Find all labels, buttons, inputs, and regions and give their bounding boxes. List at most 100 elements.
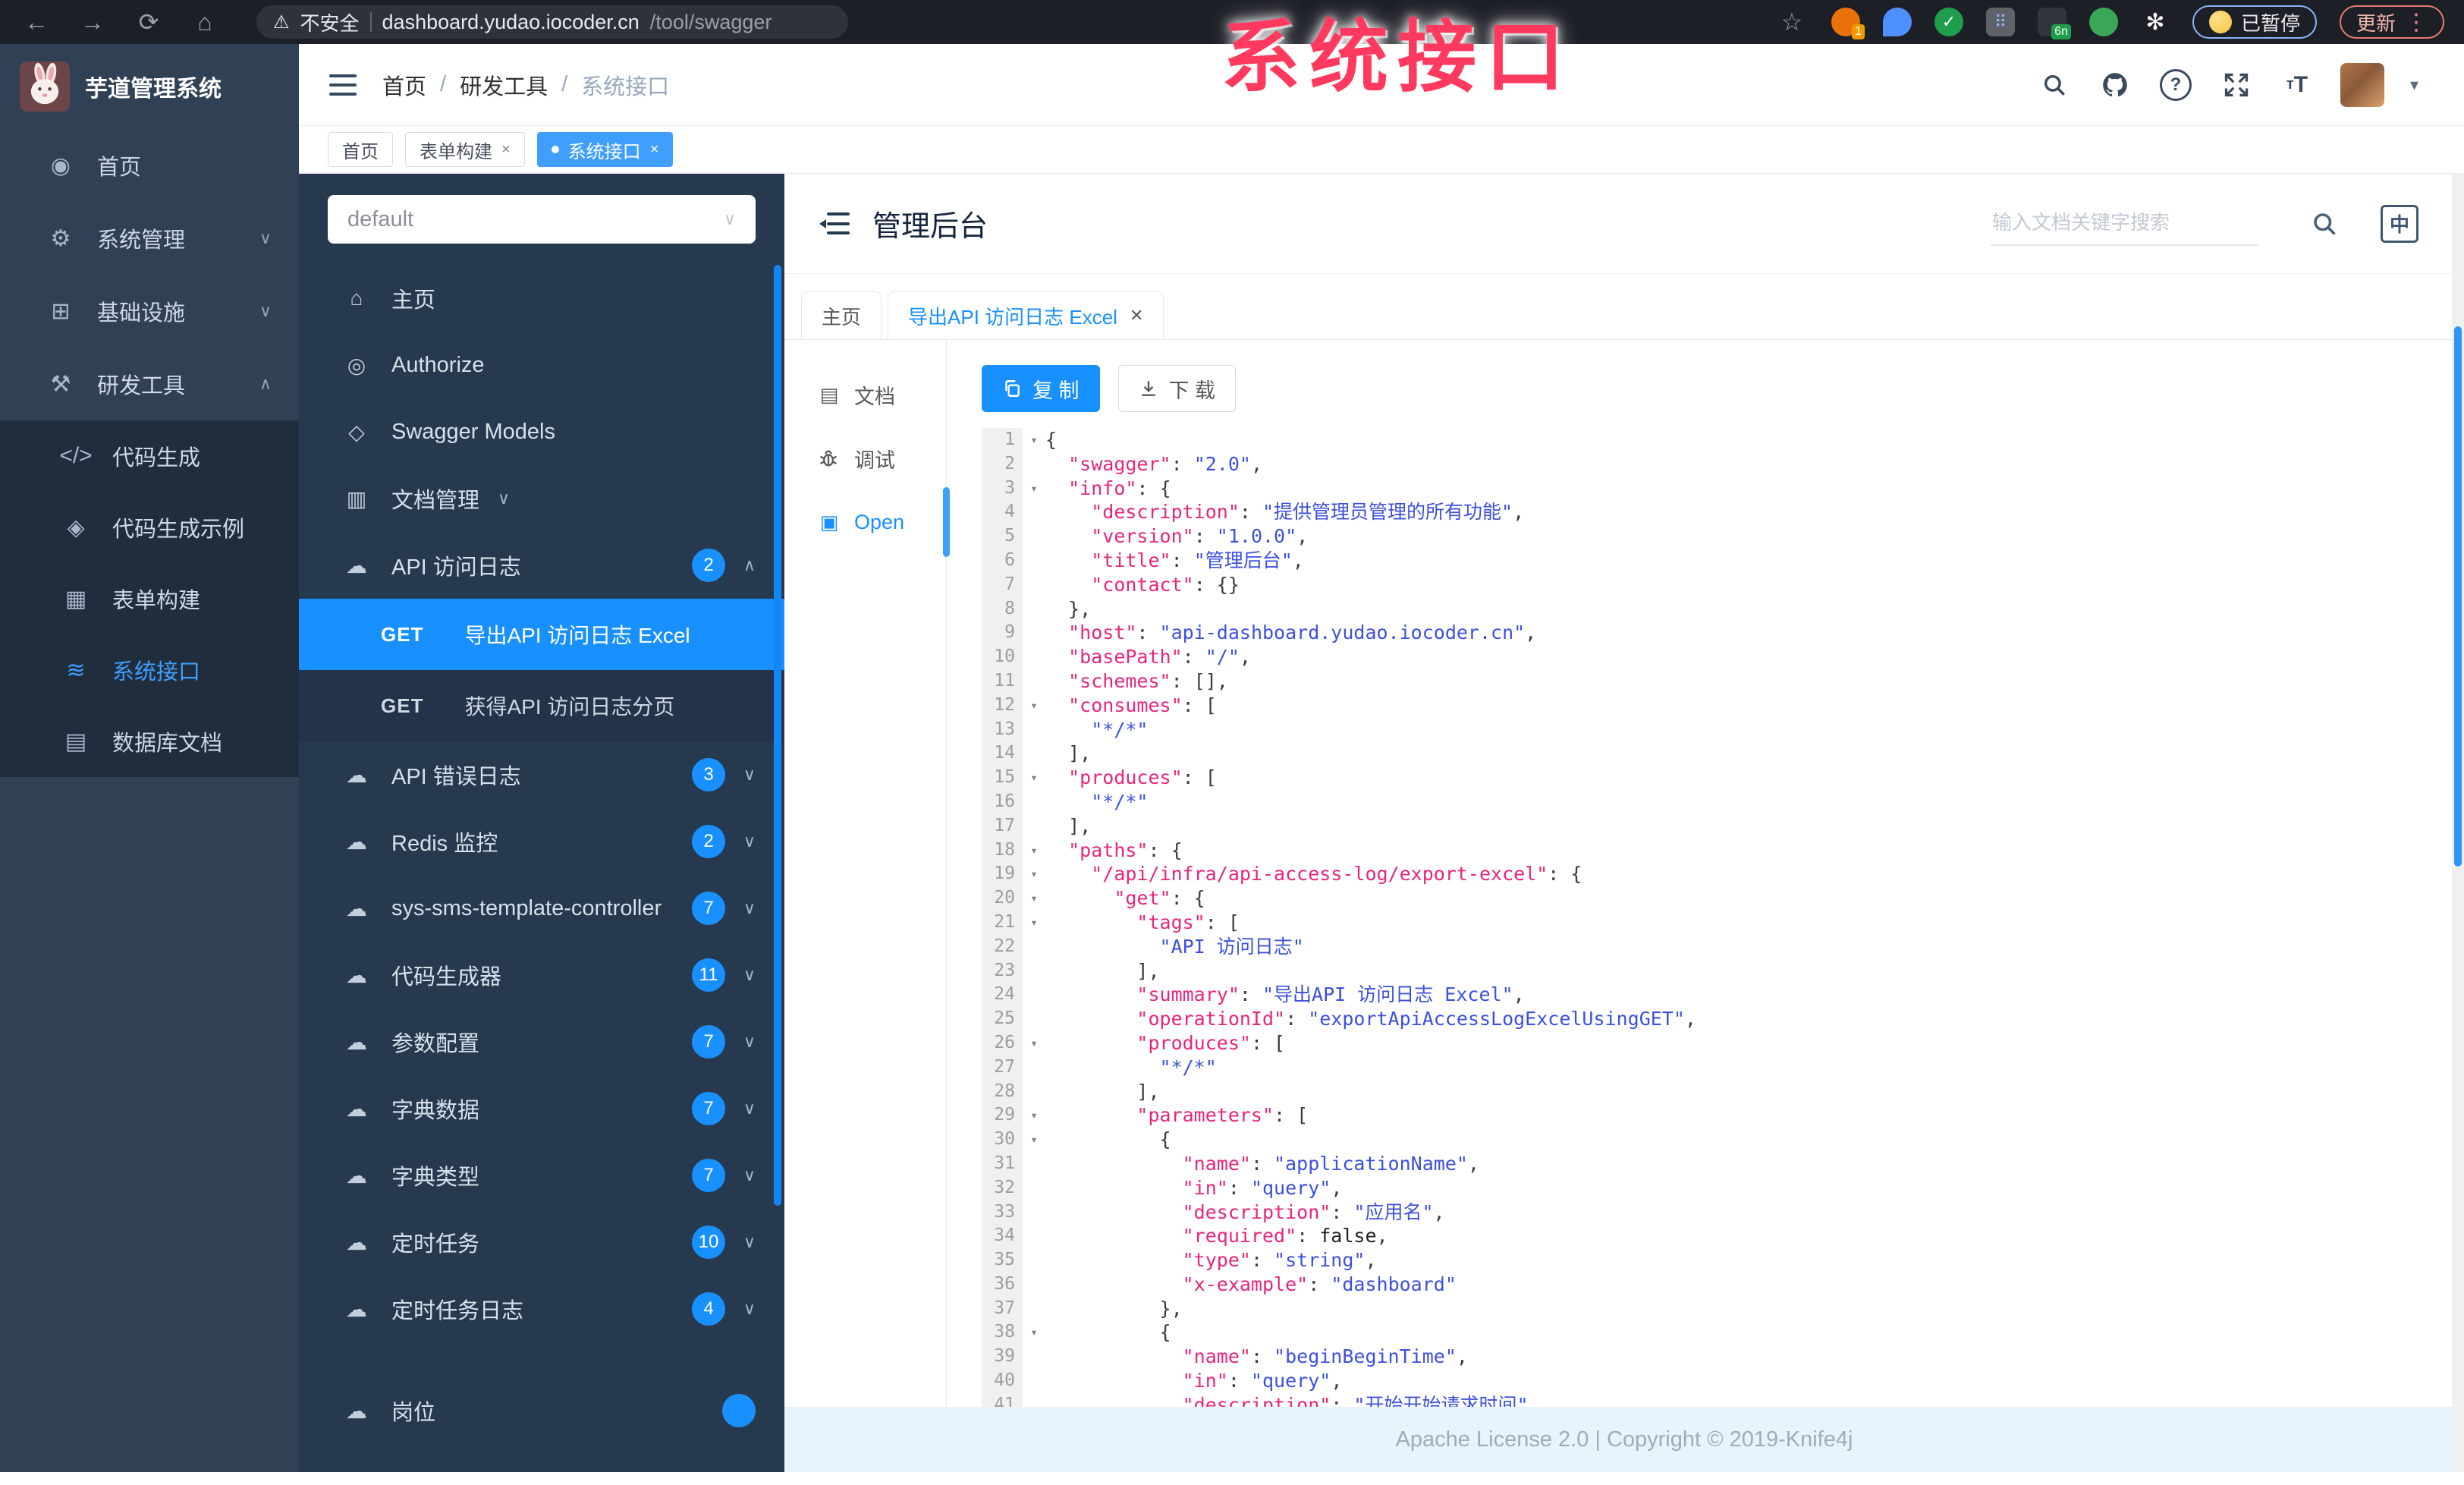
doc-panel: 管理后台 中 主页 导出API 访问日志 Excel ✕ ▤ 文档调试 ▣ Open [784,174,2464,1472]
help-icon[interactable]: ? [2158,68,2193,102]
code-text: "description": "提供管理员管理的所有功能", [1091,501,1525,524]
fold-arrow-icon[interactable]: ▾ [1023,477,1045,501]
api-nav-item[interactable]: ◎ Authorize [299,332,784,398]
fold-arrow-icon[interactable]: ▾ [1023,1128,1045,1152]
fold-arrow-icon[interactable]: ▾ [1023,1103,1045,1128]
tag-chip[interactable]: 表单构建 × [405,132,525,167]
address-bar[interactable]: ⚠ 不安全 dashboard.yudao.iocoder.cn/tool/sw… [256,5,848,39]
api-nav-item[interactable]: ☁ 字典数据 7 ∨ [299,1075,784,1142]
sidebar-scrollbar[interactable] [774,265,781,1206]
fold-arrow-icon[interactable]: ▾ [1023,862,1045,886]
breadcrumb-item[interactable]: 首页 [382,69,426,101]
extension-icon[interactable]: ✓ [1934,8,1963,36]
language-toggle[interactable]: 中 [2381,204,2418,243]
line-number: 35 [982,1248,1023,1273]
api-nav-label: sys-sms-template-controller [391,895,662,920]
extension-icon[interactable]: ✻ [2141,8,2170,36]
sidebar-item[interactable]: ⊞ 基础设施 ∨ [0,275,299,348]
api-nav-item[interactable]: ☁ 参数配置 7 ∨ [299,1008,784,1075]
breadcrumb-item[interactable]: 研发工具 [460,69,548,101]
close-icon[interactable]: × [650,141,659,159]
extension-icon[interactable] [1882,8,1912,36]
side-tab-调试[interactable]: 调试 [784,429,946,487]
api-nav-item[interactable]: ☁ 字典类型 7 ∨ [299,1142,784,1209]
sidebar-item[interactable]: ⚙ 系统管理 ∨ [0,202,299,275]
page-scrollbar[interactable] [2452,173,2464,1472]
fold-arrow-icon[interactable]: ▾ [1023,911,1045,935]
close-icon[interactable]: ✕ [1130,306,1143,326]
sidebar-item[interactable]: ▤ 数据库文档 [0,706,299,777]
extension-icon[interactable]: ⠿ [1985,8,2015,36]
api-nav-item[interactable]: ⌂ 主页 [299,265,784,332]
fold-arrow-icon[interactable]: ▾ [1023,886,1045,911]
sidebar-item[interactable]: ▦ 表单构建 [0,563,299,634]
fold-arrow-icon[interactable]: ▾ [1023,694,1045,718]
page-scrollbar-thumb[interactable] [2454,326,2462,867]
sidebar-item[interactable]: </> 代码生成 [0,420,299,492]
api-nav-item[interactable]: ☁ 定时任务日志 4 ∨ [299,1276,784,1342]
api-nav-item[interactable]: ☁ 岗位 [299,1377,784,1444]
fold-arrow-icon[interactable]: ▾ [1023,428,1045,452]
api-nav-item[interactable]: ☁ API 错误日志 3 ∨ [299,741,784,808]
tag-chip-active[interactable]: 系统接口 × [536,132,674,167]
back-icon[interactable]: ← [20,8,53,36]
doc-search-icon[interactable] [2311,210,2338,238]
paused-button[interactable]: 已暂停 [2192,5,2317,39]
caret-down-icon[interactable]: ▾ [2410,75,2418,95]
api-nav-item[interactable]: ☁ Redis 监控 2 ∨ [299,808,784,875]
home-icon[interactable]: ⌂ [188,8,222,36]
sidebar-item-active[interactable]: ≋ 系统接口 [0,634,299,706]
extension-icon[interactable] [2088,8,2118,36]
app-logo[interactable]: 芋道管理系统 [0,44,299,129]
api-operation[interactable]: GET 获得API 访问日志分页 [299,670,784,741]
github-icon[interactable] [2098,68,2132,102]
collapse-menu-icon[interactable] [819,212,850,235]
code-line: 10 "basePath": "/", [982,645,2464,669]
api-operation-active[interactable]: GET 导出API 访问日志 Excel [299,599,784,670]
doc-tab-active[interactable]: 导出API 访问日志 Excel ✕ [888,291,1164,339]
side-tab-文档[interactable]: ▤ 文档 [784,366,946,423]
group-select[interactable]: default ∨ [328,195,756,244]
download-button[interactable]: 下 载 [1117,365,1237,412]
code-editor[interactable]: 1 ▾{2 "swagger": "2.0", 3 ▾ "info": {4 "des… [982,428,2464,1407]
reload-icon[interactable]: ⟳ [132,8,165,36]
sidebar-item[interactable]: ⚒ 研发工具 ∧ [0,348,299,420]
api-nav-item[interactable]: ☁ 定时任务 10 ∨ [299,1209,784,1276]
api-nav-item[interactable]: ☁ 代码生成器 11 ∨ [299,942,784,1008]
doc-tab[interactable]: 主页 [801,291,882,339]
count-badge: 11 [692,958,725,992]
fullscreen-icon[interactable] [2219,68,2254,102]
font-size-icon[interactable]: тT [2280,68,2315,102]
update-button[interactable]: 更新 ⋮ [2339,5,2444,39]
side-tab-open[interactable]: ▣ Open [784,487,950,557]
code-text: }, [1045,597,1092,620]
fold-gutter [1023,1273,1045,1297]
tag-chip[interactable]: 首页 [328,132,393,167]
copy-button[interactable]: 复 制 [982,365,1100,412]
fold-arrow-icon[interactable]: ▾ [1023,766,1045,790]
hamburger-icon[interactable] [329,74,357,96]
bookmark-star-icon[interactable]: ☆ [1775,8,1809,36]
fold-arrow-icon[interactable]: ▾ [1023,838,1045,863]
fold-arrow-icon[interactable]: ▾ [1023,1031,1045,1056]
api-nav-item[interactable]: ◇ Swagger Models [299,398,784,465]
sidebar-item[interactable]: ◈ 代码生成示例 [0,492,299,563]
user-avatar[interactable] [2340,62,2384,107]
code-line: 18 ▾ "paths": { [982,838,2464,863]
api-nav-item[interactable]: ☁ API 访问日志 2 ∧ [299,532,784,599]
doc-search-input[interactable] [1991,210,2258,235]
fold-arrow-icon[interactable]: ▾ [1023,1320,1045,1345]
code-text: "API 访问日志" [1159,935,1304,958]
api-nav-item[interactable]: ☁ sys-sms-template-controller 7 ∨ [299,875,784,942]
search-icon[interactable] [2037,68,2072,102]
extension-icon[interactable]: 1 [1831,8,1865,39]
forward-icon[interactable]: → [76,8,109,36]
api-nav-item[interactable]: ▥ 文档管理 ∨ [299,465,784,532]
sidebar-item[interactable]: ◉ 首页 [0,129,299,202]
close-icon[interactable]: × [501,141,511,159]
code-line: 7 "contact": {} [982,572,2464,597]
extension-icon[interactable]: 6n [2037,8,2071,39]
code-text: "swagger": "2.0", [1068,452,1263,475]
breadcrumb-item[interactable]: 系统接口 [581,69,669,101]
fold-gutter [1023,621,1045,645]
